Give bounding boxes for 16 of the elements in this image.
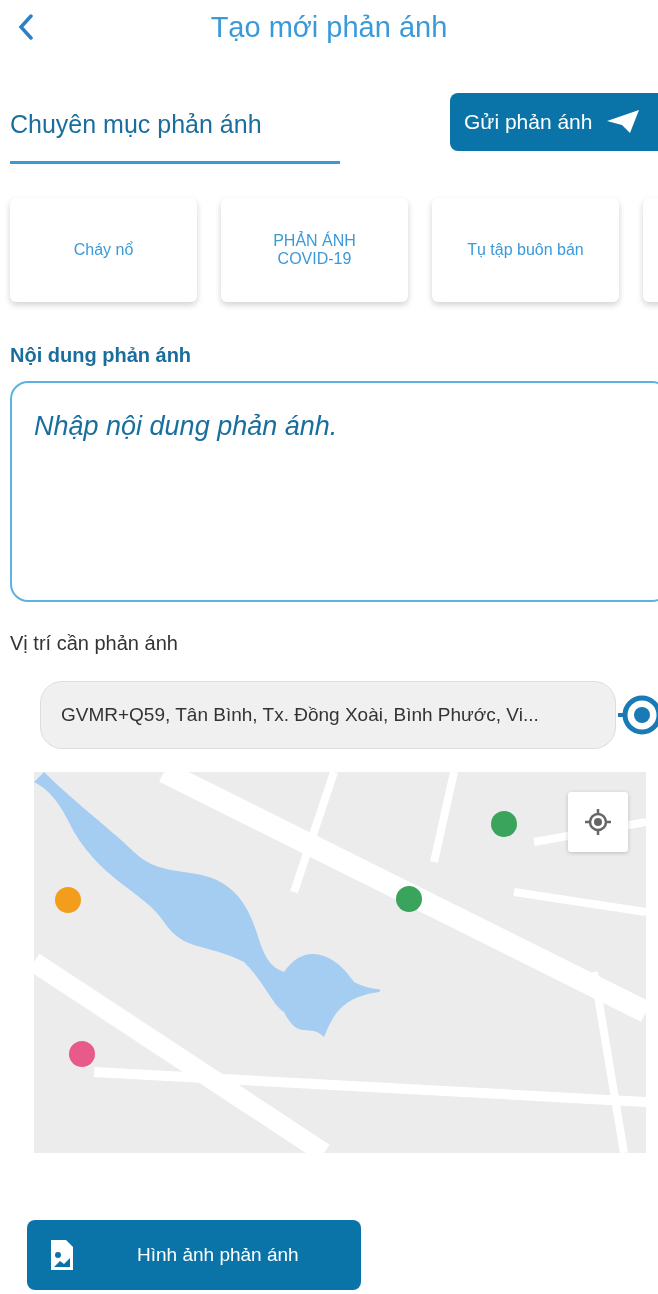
location-label: Vị trí cần phản ánh (10, 632, 179, 655)
category-card[interactable]: PHẢN ÁNH COVID-19 (221, 198, 408, 302)
image-file-icon (51, 1240, 73, 1270)
image-button[interactable]: Hình ảnh phản ánh (27, 1220, 361, 1290)
send-button[interactable]: Gửi phản ánh (450, 93, 658, 151)
section-title: Chuyên mục phản ánh (10, 109, 262, 139)
paper-plane-icon (606, 109, 641, 135)
content-field[interactable]: Nhập nội dung phản ánh. (10, 381, 658, 602)
crosshair-icon (585, 809, 611, 835)
category-card[interactable]: Cháy nổ (10, 198, 197, 302)
content-label: Nội dung phản ánh (10, 344, 193, 367)
back-icon[interactable] (18, 14, 34, 40)
locate-button[interactable] (568, 792, 628, 852)
page-title: Tạo mới phản ánh (210, 11, 448, 44)
category-card[interactable]: Tụ tập buôn bán (432, 198, 619, 302)
address-field[interactable]: GVMR+Q59, Tân Bình, Tx. Đồng Xoài, Bình Phước, Vi... (40, 681, 616, 749)
